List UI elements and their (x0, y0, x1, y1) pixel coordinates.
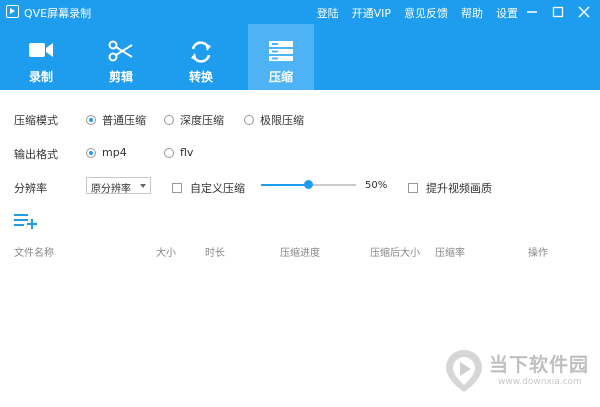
tab-edit-label: 剪辑 (108, 70, 133, 84)
add-list-icon (14, 214, 37, 229)
maximize-icon (552, 6, 564, 18)
compress-percent: 50% (365, 180, 388, 191)
main-toolbar: 录制 剪辑 转换 压缩 (0, 24, 600, 90)
watermark-url: www.downxia.com (498, 377, 582, 387)
format-flv-label: flv (180, 146, 194, 159)
col-progress: 压缩进度 (280, 248, 320, 259)
compress-icon (269, 41, 293, 61)
radio-indicator (164, 115, 174, 125)
tab-convert-label: 转换 (188, 70, 213, 84)
format-flv-radio[interactable]: flv (164, 146, 193, 159)
radio-indicator (86, 115, 96, 125)
mode-normal-radio[interactable]: 普通压缩 (86, 112, 146, 128)
add-file-button[interactable] (14, 213, 38, 232)
mode-extreme-label: 极限压缩 (260, 114, 304, 127)
mode-deep-radio[interactable]: 深度压缩 (164, 112, 224, 128)
resolution-value: 原分辨率 (91, 184, 131, 195)
mode-extreme-radio[interactable]: 极限压缩 (244, 112, 304, 128)
radio-indicator (244, 115, 254, 125)
col-file-name: 文件名称 (14, 248, 54, 259)
resolution-label: 分辨率 (14, 182, 47, 195)
watermark-logo-icon (446, 350, 482, 392)
close-button[interactable] (574, 2, 594, 22)
video-camera-icon (29, 43, 53, 57)
tab-edit[interactable]: 剪辑 (88, 24, 154, 90)
checkbox-indicator (408, 183, 418, 193)
custom-compress-checkbox[interactable]: 自定义压缩 (172, 180, 245, 196)
col-size: 大小 (156, 248, 176, 259)
maximize-button[interactable] (548, 2, 568, 22)
tab-compress[interactable]: 压缩 (248, 24, 314, 90)
custom-compress-label: 自定义压缩 (190, 182, 245, 195)
minimize-button[interactable] (522, 2, 542, 22)
refresh-icon (191, 41, 211, 63)
vip-link[interactable]: 开通VIP (352, 5, 391, 21)
radio-indicator (164, 147, 174, 158)
mode-normal-label: 普通压缩 (102, 114, 146, 127)
watermark-name: 当下软件园 (489, 354, 590, 376)
col-duration: 时长 (205, 248, 225, 259)
enhance-quality-label: 提升视频画质 (426, 182, 492, 195)
mode-label: 压缩模式 (14, 114, 58, 127)
col-actions: 操作 (528, 248, 548, 259)
col-ratio: 压缩率 (435, 248, 465, 259)
feedback-link[interactable]: 意见反馈 (404, 5, 448, 21)
radio-indicator (86, 147, 96, 158)
slider-fill (261, 184, 309, 186)
tab-compress-label: 压缩 (268, 70, 293, 84)
slider-thumb[interactable] (304, 180, 313, 189)
tab-record-label: 录制 (28, 70, 53, 84)
format-mp4-label: mp4 (102, 146, 127, 159)
format-label: 输出格式 (14, 148, 58, 161)
window-controls (522, 2, 594, 22)
help-link[interactable]: 帮助 (461, 5, 483, 21)
settings-link[interactable]: 设置 (496, 5, 518, 21)
login-link[interactable]: 登陆 (317, 5, 339, 21)
app-logo-icon (6, 5, 19, 18)
app-title: QVE屏幕录制 (24, 7, 92, 20)
close-icon (578, 6, 590, 18)
top-links: 登陆 开通VIP 意见反馈 帮助 设置 (317, 5, 518, 21)
resolution-select[interactable]: 原分辨率 (86, 177, 151, 195)
mode-deep-label: 深度压缩 (180, 114, 224, 127)
enhance-quality-checkbox[interactable]: 提升视频画质 (408, 180, 492, 196)
tab-convert[interactable]: 转换 (168, 24, 234, 90)
compress-slider[interactable] (261, 180, 356, 190)
format-mp4-radio[interactable]: mp4 (86, 146, 127, 159)
scissors-icon (108, 40, 133, 62)
tab-record[interactable]: 录制 (8, 24, 74, 90)
chevron-down-icon (140, 184, 146, 188)
title-bar: QVE屏幕录制 登陆 开通VIP 意见反馈 帮助 设置 (0, 0, 600, 24)
checkbox-indicator (172, 183, 182, 193)
col-compressed-size: 压缩后大小 (370, 248, 420, 259)
minimize-icon (527, 11, 537, 13)
